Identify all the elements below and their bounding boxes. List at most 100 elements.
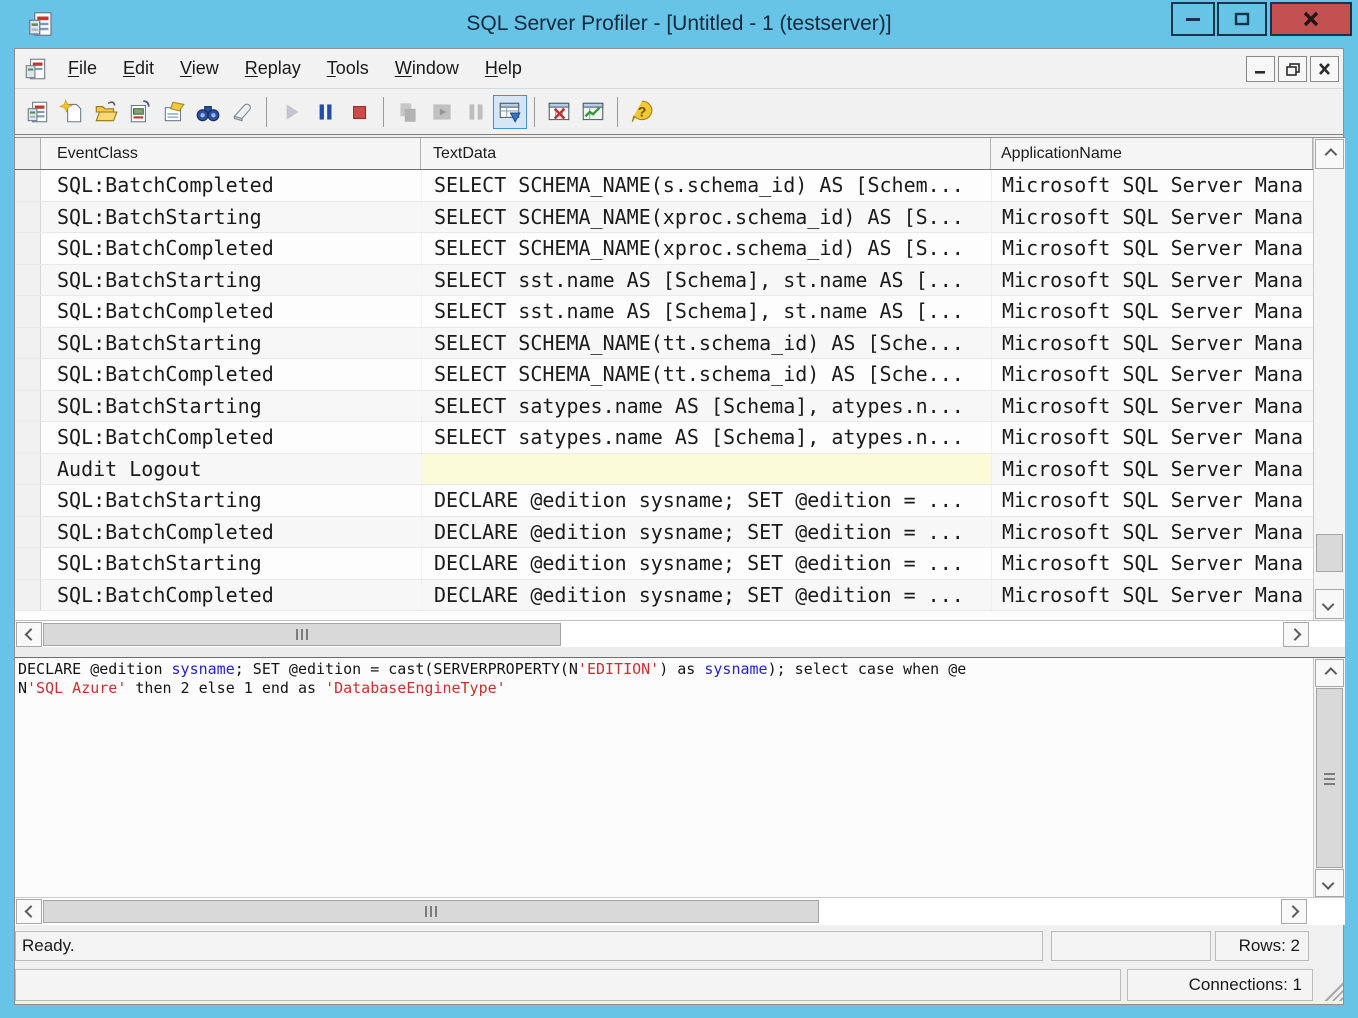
cell-applicationname: Microsoft SQL Server Mana <box>991 328 1313 359</box>
status-empty-panel <box>15 969 1121 1001</box>
table-row[interactable]: SQL:BatchCompletedDECLARE @edition sysna… <box>15 517 1313 549</box>
grid-x-icon <box>546 99 572 125</box>
menu-replay[interactable]: Replay <box>232 54 314 83</box>
window-title: SQL Server Profiler - [Untitled - 1 (tes… <box>0 12 1358 36</box>
chevron-left-icon <box>24 628 37 641</box>
help-icon: ? <box>629 99 655 125</box>
chevron-down-icon <box>1322 598 1335 611</box>
header-textdata[interactable]: TextData <box>421 138 991 169</box>
table-row[interactable]: SQL:BatchCompletedDECLARE @edition sysna… <box>15 580 1313 612</box>
toggle-breakpoint-button <box>459 95 493 129</box>
cell-textdata: DECLARE @edition sysname; SET @edition =… <box>421 485 991 516</box>
sql-detail-pane[interactable]: DECLARE @edition sysname; SET @edition =… <box>15 657 1345 897</box>
table-row[interactable]: SQL:BatchStartingSELECT sst.name AS [Sch… <box>15 265 1313 297</box>
table-row[interactable]: SQL:BatchCompletedSELECT sst.name AS [Sc… <box>15 296 1313 328</box>
new-trace-file-button[interactable] <box>55 95 89 129</box>
table-row[interactable]: SQL:BatchStartingDECLARE @edition sysnam… <box>15 485 1313 517</box>
find-button[interactable] <box>191 95 225 129</box>
gray-pages-icon <box>395 99 421 125</box>
table-row[interactable]: SQL:BatchCompletedSELECT satypes.name AS… <box>15 422 1313 454</box>
main-area: FileEditViewReplayToolsWindowHelp ? Even… <box>14 48 1344 1005</box>
sql-vscroll-thumb[interactable] <box>1316 688 1343 868</box>
scroll-up-button[interactable] <box>1315 139 1344 169</box>
pause-icon <box>312 99 338 125</box>
scroll-up-button[interactable] <box>1315 659 1344 687</box>
thumb-grip <box>1324 772 1335 785</box>
scroll-left-button[interactable] <box>16 899 42 924</box>
scroll-down-button[interactable] <box>1315 589 1344 619</box>
menu-view[interactable]: View <box>167 54 232 83</box>
table-row[interactable]: SQL:BatchCompletedSELECT SCHEMA_NAME(s.s… <box>15 170 1313 202</box>
column-filter-button[interactable] <box>542 95 576 129</box>
table-row[interactable]: Audit LogoutMicrosoft SQL Server Mana <box>15 454 1313 486</box>
pane-splitter[interactable] <box>15 647 1345 657</box>
stop-trace-button[interactable] <box>342 95 376 129</box>
scroll-right-button[interactable] <box>1281 899 1307 924</box>
export-trace-button[interactable] <box>123 95 157 129</box>
row-selector <box>15 359 41 390</box>
aggregated-view-button[interactable] <box>576 95 610 129</box>
row-selector <box>15 485 41 516</box>
toolbar-separator <box>383 97 384 127</box>
maximize-button[interactable] <box>1217 2 1267 36</box>
cell-eventclass: SQL:BatchStarting <box>41 391 421 422</box>
status-empty-panel <box>1051 931 1211 961</box>
mdi-restore-button[interactable] <box>1278 56 1307 82</box>
pause-trace-button[interactable] <box>308 95 342 129</box>
auto-scroll-button[interactable] <box>493 95 527 129</box>
scroll-right-button[interactable] <box>1283 622 1309 647</box>
cell-applicationname: Microsoft SQL Server Mana <box>991 422 1313 453</box>
new-trace-button[interactable] <box>21 95 55 129</box>
table-row[interactable]: SQL:BatchStartingDECLARE @edition sysnam… <box>15 548 1313 580</box>
table-row[interactable]: SQL:BatchCompletedSELECT SCHEMA_NAME(xpr… <box>15 233 1313 265</box>
sql-vertical-scrollbar[interactable] <box>1313 658 1345 898</box>
header-eventclass[interactable]: EventClass <box>41 138 421 169</box>
close-button[interactable] <box>1270 2 1352 36</box>
table-row[interactable]: SQL:BatchStartingSELECT satypes.name AS … <box>15 391 1313 423</box>
row-selector <box>15 517 41 548</box>
mdi-restore-icon <box>1286 63 1300 76</box>
scroll-left-button[interactable] <box>16 622 42 647</box>
mdi-close-icon <box>1318 63 1331 75</box>
trace-properties-button[interactable] <box>157 95 191 129</box>
menu-help[interactable]: Help <box>472 54 535 83</box>
resize-grip[interactable] <box>1321 979 1343 1001</box>
menu-window[interactable]: Window <box>382 54 472 83</box>
toolbar: ? <box>15 89 1343 135</box>
table-row[interactable]: SQL:BatchStartingSELECT SCHEMA_NAME(tt.s… <box>15 328 1313 360</box>
cell-textdata: DECLARE @edition sysname; SET @edition =… <box>421 548 991 579</box>
mdi-close-button[interactable] <box>1310 56 1339 82</box>
chevron-down-icon <box>1322 877 1335 890</box>
sql-horizontal-scrollbar[interactable] <box>15 897 1345 925</box>
cell-eventclass: SQL:BatchStarting <box>41 328 421 359</box>
export-doc-icon <box>127 99 153 125</box>
clear-trace-button[interactable] <box>225 95 259 129</box>
menu-file[interactable]: File <box>55 54 110 83</box>
minimize-button[interactable] <box>1171 2 1215 36</box>
cell-applicationname: Microsoft SQL Server Mana <box>991 548 1313 579</box>
table-row[interactable]: SQL:BatchStartingSELECT SCHEMA_NAME(xpro… <box>15 202 1313 234</box>
chevron-right-icon <box>1286 905 1299 918</box>
mdi-minimize-button[interactable] <box>1246 56 1275 82</box>
menu-tools[interactable]: Tools <box>314 54 382 83</box>
execute-one-step-button <box>391 95 425 129</box>
grid-vertical-scrollbar[interactable] <box>1313 138 1345 620</box>
header-applicationname[interactable]: ApplicationName <box>991 138 1313 169</box>
row-selector <box>15 233 41 264</box>
cell-eventclass: SQL:BatchStarting <box>41 485 421 516</box>
help-button[interactable]: ? <box>625 95 659 129</box>
row-selector <box>15 422 41 453</box>
grid-horizontal-scrollbar[interactable] <box>15 620 1345 648</box>
titlebar[interactable]: SQL Server Profiler - [Untitled - 1 (tes… <box>0 0 1358 48</box>
cell-eventclass: SQL:BatchStarting <box>41 202 421 233</box>
gray-breakpoint-icon <box>463 99 489 125</box>
scroll-down-button[interactable] <box>1315 869 1344 897</box>
cell-applicationname: Microsoft SQL Server Mana <box>991 233 1313 264</box>
sql-hscroll-thumb[interactable] <box>43 900 819 923</box>
row-selector <box>15 202 41 233</box>
open-trace-button[interactable] <box>89 95 123 129</box>
grid-hscroll-thumb[interactable] <box>43 623 561 646</box>
menu-edit[interactable]: Edit <box>110 54 167 83</box>
grid-vscroll-thumb[interactable] <box>1316 534 1343 572</box>
table-row[interactable]: SQL:BatchCompletedSELECT SCHEMA_NAME(tt.… <box>15 359 1313 391</box>
